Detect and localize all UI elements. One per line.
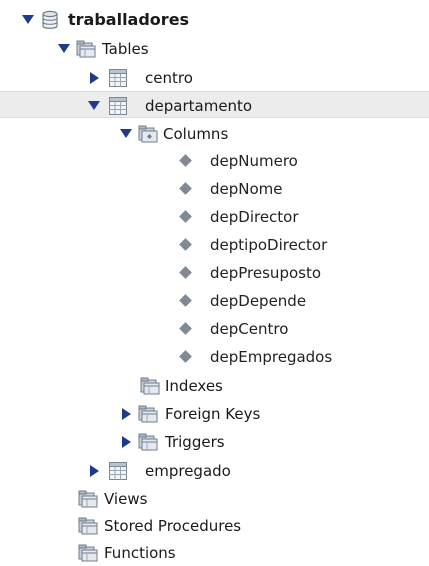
column-label: depCentro: [210, 319, 289, 338]
column-item[interactable]: depNome: [0, 175, 429, 202]
table-label: empregado: [145, 461, 231, 480]
tree-node-table-empregado[interactable]: empregado: [0, 457, 429, 484]
columns-folder-icon: [138, 120, 158, 147]
folder-icon: [78, 485, 98, 512]
database-icon: [40, 6, 60, 33]
table-label: departamento: [145, 96, 253, 115]
tree-node-triggers[interactable]: Triggers: [0, 428, 429, 455]
foreign-keys-label: Foreign Keys: [165, 404, 261, 423]
column-diamond-icon: [175, 203, 195, 230]
folder-icon: [138, 400, 158, 427]
tree-node-schema[interactable]: traballadores: [0, 6, 429, 33]
stored-procedures-label: Stored Procedures: [104, 516, 242, 535]
column-item[interactable]: depDirector: [0, 203, 429, 230]
tree-node-columns[interactable]: Columns: [0, 120, 429, 147]
column-label: depDirector: [210, 207, 299, 226]
tree-node-foreign-keys[interactable]: Foreign Keys: [0, 400, 429, 427]
column-diamond-icon: [175, 175, 195, 202]
tree-node-views[interactable]: Views: [0, 485, 429, 512]
column-label: depDepende: [210, 291, 307, 310]
folder-icon: [140, 372, 160, 399]
table-icon: [108, 64, 128, 91]
tree-node-table-centro[interactable]: centro: [0, 64, 429, 91]
expand-arrow-icon[interactable]: [22, 6, 34, 33]
tree-node-table-departamento[interactable]: departamento: [0, 91, 429, 118]
indexes-label: Indexes: [165, 376, 223, 395]
column-diamond-icon: [175, 147, 195, 174]
column-item[interactable]: depCentro: [0, 315, 429, 342]
folder-table-icon: [76, 35, 96, 62]
tables-label: Tables: [102, 39, 149, 58]
expand-arrow-icon[interactable]: [120, 120, 132, 147]
column-diamond-icon: [175, 259, 195, 286]
tree-node-indexes[interactable]: Indexes: [0, 372, 429, 399]
collapse-arrow-icon[interactable]: [88, 457, 100, 484]
column-diamond-icon: [175, 343, 195, 370]
table-icon: [108, 92, 128, 119]
folder-icon: [78, 512, 98, 539]
collapse-arrow-icon[interactable]: [88, 64, 100, 91]
triggers-label: Triggers: [165, 432, 225, 451]
tree-node-stored-procedures[interactable]: Stored Procedures: [0, 512, 429, 539]
column-item[interactable]: depDepende: [0, 287, 429, 314]
table-label: centro: [145, 68, 193, 87]
column-label: depNome: [210, 179, 283, 198]
collapse-arrow-icon[interactable]: [120, 400, 132, 427]
column-label: depEmpregados: [210, 347, 333, 366]
column-diamond-icon: [175, 231, 195, 258]
column-item[interactable]: depPresuposto: [0, 259, 429, 286]
expand-arrow-icon[interactable]: [58, 35, 70, 62]
column-label: depPresuposto: [210, 263, 322, 282]
tree-node-functions[interactable]: Functions: [0, 539, 429, 566]
table-icon: [108, 457, 128, 484]
expand-arrow-icon[interactable]: [88, 92, 100, 119]
collapse-arrow-icon[interactable]: [120, 428, 132, 455]
column-item[interactable]: depEmpregados: [0, 343, 429, 370]
schema-label: traballadores: [68, 10, 190, 29]
columns-label: Columns: [163, 124, 229, 143]
functions-label: Functions: [104, 543, 176, 562]
column-label: deptipoDirector: [210, 235, 328, 254]
folder-icon: [138, 428, 158, 455]
column-item[interactable]: deptipoDirector: [0, 231, 429, 258]
folder-icon: [78, 539, 98, 566]
column-label: depNumero: [210, 151, 298, 170]
tree-node-tables[interactable]: Tables: [0, 35, 429, 62]
column-diamond-icon: [175, 315, 195, 342]
column-diamond-icon: [175, 287, 195, 314]
views-label: Views: [104, 489, 148, 508]
column-item[interactable]: depNumero: [0, 147, 429, 174]
